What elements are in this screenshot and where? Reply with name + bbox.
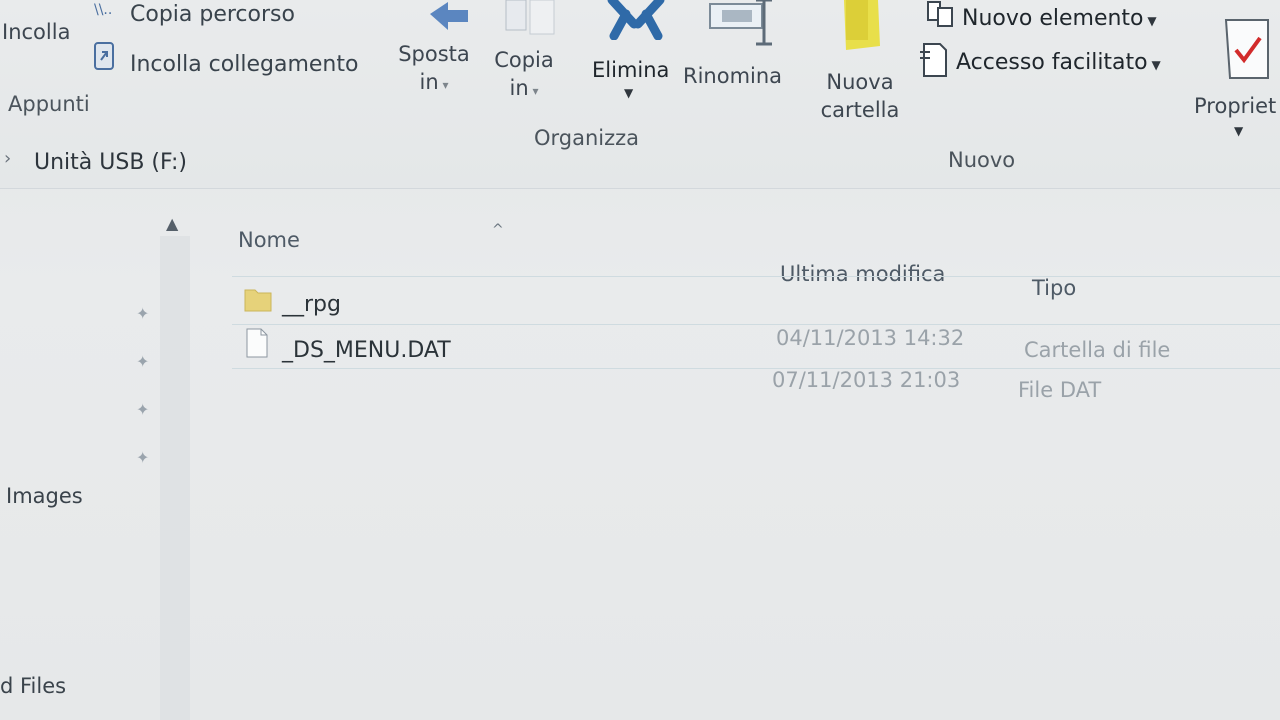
copy-to-button[interactable]: Copia in ▾ [488,46,560,105]
copy-to-label-2: in [509,76,529,100]
row-separator [232,368,1280,369]
chevron-down-icon: ▾ [438,78,449,92]
header-separator [232,276,1280,277]
new-item-button[interactable]: Nuovo elemento ▼ [962,6,1157,31]
pin-icon[interactable]: ✦ [136,400,149,419]
breadcrumb-location[interactable]: Unità USB (F:) [34,150,187,175]
easy-access-button[interactable]: Accesso facilitato ▼ [956,50,1161,75]
folder-icon [244,284,272,312]
sidebar-scrollbar[interactable] [160,236,190,720]
pin-icon[interactable]: ✦ [136,352,149,371]
new-item-icon [924,0,958,30]
file-type: File DAT [1018,378,1102,402]
pin-icon[interactable]: ✦ [136,304,149,323]
file-modified: 07/11/2013 21:03 [772,368,961,392]
rename-icon [708,0,774,46]
chevron-down-icon: ▾ [528,84,539,98]
move-to-label: Sposta [398,42,470,66]
delete-dropdown-icon[interactable]: ▼ [624,86,633,100]
properties-icon [1222,16,1274,82]
breadcrumb-chevron-icon[interactable]: › [4,148,11,169]
sidebar-item-files[interactable]: d Files [0,674,66,698]
new-group-label: Nuovo [948,148,1016,172]
paste-link-icon [92,40,118,74]
copy-to-icon [500,0,560,36]
copy-path-icon: \\.. [92,0,122,20]
paste-link-button[interactable]: Incolla collegamento [130,52,358,77]
column-name[interactable]: Nome [238,228,300,252]
new-item-label: Nuovo elemento [962,6,1144,31]
new-folder-label-2: cartella [820,98,900,122]
properties-button[interactable]: Propriet [1194,92,1276,120]
new-folder-icon [838,0,884,50]
scroll-up-icon[interactable]: ▲ [166,214,178,233]
table-row[interactable]: _DS_MENU.DAT 07/11/2013 21:03 File DAT [232,326,1280,402]
move-to-icon [426,0,472,32]
sort-ascending-icon: ^ [492,222,504,238]
chevron-down-icon: ▼ [1143,14,1157,28]
properties-dropdown-icon[interactable]: ▼ [1234,124,1243,138]
move-to-label-2: in [419,70,439,94]
paste-button[interactable]: Incolla [2,18,70,46]
new-folder-label: Nuova [826,70,894,94]
delete-x-icon [606,0,666,41]
copy-to-label: Copia [494,48,554,72]
new-folder-button[interactable]: Nuova cartella [818,68,902,124]
copy-path-button[interactable]: Copia percorso [130,2,295,27]
table-row[interactable]: __rpg 04/11/2013 14:32 Cartella di file [232,282,1280,362]
delete-button[interactable]: Elimina [592,56,669,84]
file-name: __rpg [282,292,341,317]
rename-button[interactable]: Rinomina [683,62,782,90]
easy-access-label: Accesso facilitato [956,50,1148,75]
easy-access-icon [918,40,952,80]
pin-icon[interactable]: ✦ [136,448,149,467]
svg-text:\\..: \\.. [94,2,112,18]
file-name: _DS_MENU.DAT [282,338,451,363]
clipboard-group-label: Appunti [8,92,90,116]
row-separator [232,324,1280,325]
move-to-button[interactable]: Sposta in ▾ [396,40,472,99]
sidebar-item-images[interactable]: Images [6,484,83,508]
organize-group-label: Organizza [534,126,640,150]
file-icon [246,328,268,358]
chevron-down-icon: ▼ [1147,58,1161,72]
